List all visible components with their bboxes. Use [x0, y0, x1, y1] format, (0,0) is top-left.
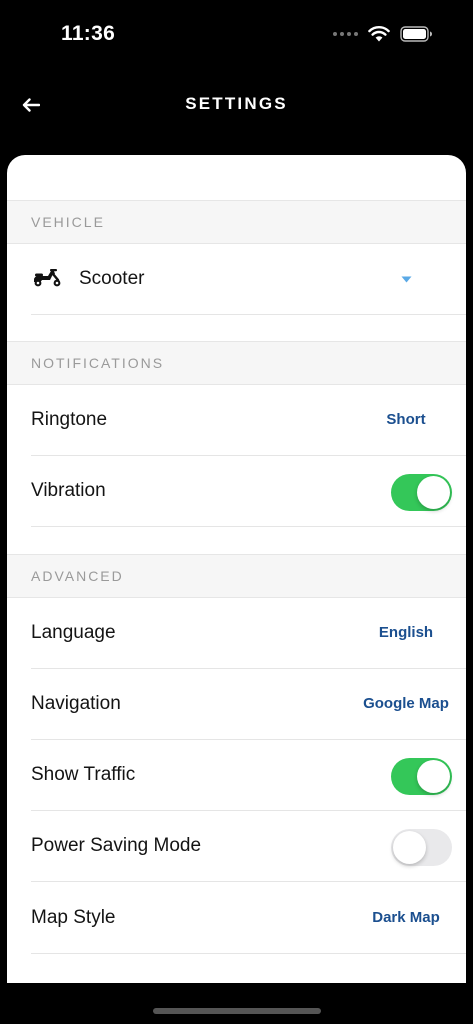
section-header-advanced: ADVANCED: [7, 554, 466, 598]
language-label: Language: [31, 622, 116, 643]
power-saving-row: Power Saving Mode: [31, 811, 466, 882]
navigation-label: Navigation: [31, 693, 121, 714]
vibration-label: Vibration: [31, 480, 106, 501]
show-traffic-row: Show Traffic: [31, 740, 466, 811]
section-header-vehicle: VEHICLE: [7, 200, 466, 244]
show-traffic-toggle[interactable]: [391, 758, 452, 795]
navigation-row[interactable]: Navigation Google Map: [31, 669, 466, 740]
section-header-notifications: NOTIFICATIONS: [7, 341, 466, 385]
scooter-icon: [34, 269, 61, 287]
toggle-knob: [417, 760, 450, 793]
map-style-label: Map Style: [31, 907, 116, 928]
power-saving-toggle[interactable]: [391, 829, 452, 866]
cellular-signal-icon: [333, 32, 358, 36]
home-indicator[interactable]: [153, 1008, 321, 1014]
map-style-value[interactable]: Dark Map: [346, 909, 466, 926]
wifi-icon: [368, 26, 390, 42]
show-traffic-label: Show Traffic: [31, 764, 136, 785]
vibration-toggle[interactable]: [391, 474, 452, 511]
ringtone-row[interactable]: Ringtone Short: [31, 385, 466, 456]
section-title-vehicle: VEHICLE: [31, 214, 105, 230]
status-time: 11:36: [61, 22, 116, 45]
ringtone-label: Ringtone: [31, 409, 108, 430]
toggle-knob: [393, 831, 426, 864]
navigation-value[interactable]: Google Map: [346, 695, 466, 712]
dropdown-caret-icon: [401, 276, 412, 283]
vehicle-selector[interactable]: Scooter: [31, 244, 466, 315]
nav-bar: SETTINGS: [0, 80, 473, 130]
status-icons: [333, 26, 433, 42]
settings-card: VEHICLE Scooter NOTIFICATIONS Ringtone S…: [7, 155, 466, 983]
battery-icon: [400, 26, 432, 42]
section-title-advanced: ADVANCED: [31, 568, 124, 584]
section-title-notifications: NOTIFICATIONS: [31, 355, 165, 371]
toggle-knob: [417, 476, 450, 509]
language-row[interactable]: Language English: [31, 598, 466, 669]
language-value[interactable]: English: [346, 624, 466, 641]
power-saving-label: Power Saving Mode: [31, 835, 202, 856]
map-style-row[interactable]: Map Style Dark Map: [31, 883, 466, 954]
vehicle-selected-label: Scooter: [79, 268, 145, 289]
page-title: SETTINGS: [185, 94, 288, 113]
vibration-row: Vibration: [31, 456, 466, 527]
status-bar: 11:36: [0, 0, 473, 70]
ringtone-value[interactable]: Short: [346, 411, 466, 428]
